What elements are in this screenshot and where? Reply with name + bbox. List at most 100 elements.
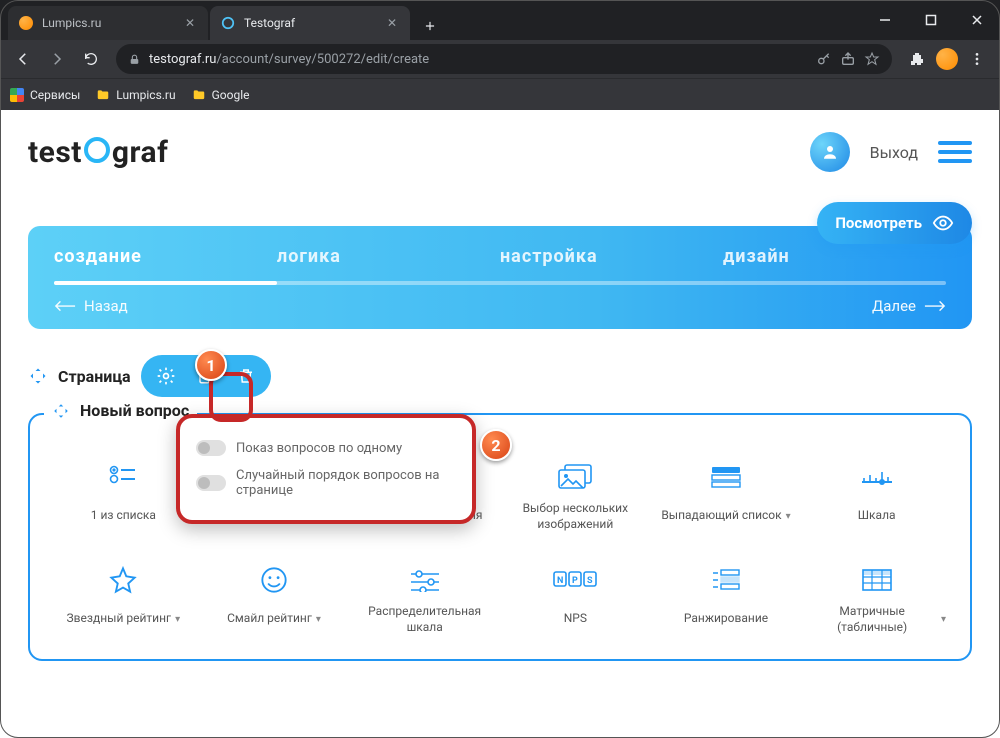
star-icon (109, 566, 137, 594)
menu-button[interactable] (962, 44, 992, 74)
toggle-switch[interactable] (196, 440, 226, 456)
step-logic[interactable]: логика (277, 246, 500, 267)
table-icon (862, 566, 892, 594)
chevron-down-icon: ▾ (175, 613, 180, 626)
step-design[interactable]: дизайн (723, 246, 946, 267)
qtype-ranking[interactable]: Ранжирование (653, 552, 800, 649)
preview-button[interactable]: Посмотреть (817, 202, 972, 244)
toggle-row-randomize[interactable]: Случайный порядок вопросов на странице (196, 462, 452, 504)
qtype-image-multi[interactable]: Выбор нескольких изображений (502, 449, 649, 546)
toggle-row-single-question[interactable]: Показ вопросов по одному (196, 434, 452, 462)
star-icon[interactable] (864, 51, 880, 67)
address-bar[interactable]: testograf.ru/account/survey/500272/edit/… (116, 44, 892, 74)
sliders-icon (409, 566, 441, 594)
scale-icon (860, 463, 894, 491)
folder-icon (192, 88, 206, 102)
chevron-down-icon: ▾ (941, 613, 946, 626)
ranking-icon (711, 566, 741, 594)
key-icon[interactable] (816, 51, 832, 67)
gear-icon (156, 366, 176, 386)
drag-handle-icon[interactable] (28, 366, 48, 386)
svg-text:S: S (587, 576, 593, 586)
tab-title: Lumpics.ru (42, 16, 174, 30)
eye-icon (932, 212, 954, 234)
panel-title: Новый вопрос (80, 401, 189, 420)
nav-next[interactable]: Далее (872, 297, 946, 315)
chevron-down-icon: ▾ (316, 613, 321, 626)
folder-icon (96, 88, 110, 102)
arrow-left-icon (54, 300, 76, 312)
dropdown-icon (711, 463, 741, 491)
qtype-single-choice[interactable]: 1 из списка (50, 449, 197, 546)
bookmarks-bar: Сервисы Lumpics.ru Google (0, 78, 1000, 110)
forward-button[interactable] (42, 44, 72, 74)
copy-icon (197, 367, 215, 385)
logo-o-icon (84, 137, 110, 163)
nps-icon: NPS (553, 566, 597, 594)
qtype-matrix[interactable]: Матричные (табличные)▾ (803, 552, 950, 649)
header-actions: Выход (810, 132, 972, 172)
address-actions (816, 51, 880, 67)
profile-avatar[interactable] (936, 48, 958, 70)
apps-icon (10, 88, 24, 102)
tab-title: Testograf (244, 16, 376, 30)
browser-tab[interactable]: Lumpics.ru ✕ (8, 6, 208, 40)
radio-list-icon (109, 463, 137, 491)
reload-button[interactable] (76, 44, 106, 74)
page-header: testgraf Выход (28, 132, 972, 172)
browser-titlebar: Lumpics.ru ✕ Testograf ✕ (0, 0, 1000, 40)
share-icon[interactable] (840, 51, 856, 67)
back-button[interactable] (8, 44, 38, 74)
browser-tab-active[interactable]: Testograf ✕ (210, 6, 410, 40)
page-settings-dropdown: Показ вопросов по одному Случайный поряд… (176, 414, 476, 524)
chevron-down-icon: ▾ (786, 510, 791, 523)
close-icon[interactable]: ✕ (182, 15, 198, 31)
qtype-star-rating[interactable]: Звездный рейтинг▾ (50, 552, 197, 649)
page-settings-button[interactable] (151, 361, 181, 391)
progress-track (54, 281, 946, 285)
bookmark-folder[interactable]: Lumpics.ru (96, 88, 175, 102)
close-icon[interactable]: ✕ (384, 15, 400, 31)
new-tab-button[interactable] (416, 12, 444, 40)
minimize-button[interactable] (862, 0, 908, 40)
smile-icon (260, 566, 288, 594)
favicon-icon (220, 15, 236, 31)
images-icon (558, 463, 592, 491)
page-delete-button[interactable] (231, 361, 261, 391)
browser-chrome: Lumpics.ru ✕ Testograf ✕ (0, 0, 1000, 110)
maximize-button[interactable] (908, 0, 954, 40)
window-close-button[interactable] (954, 0, 1000, 40)
lock-icon (128, 53, 141, 66)
menu-icon[interactable] (938, 141, 972, 163)
extensions-button[interactable] (902, 44, 932, 74)
arrow-right-icon (924, 300, 946, 312)
url-host: testograf.ru/account/survey/500272/edit/… (149, 52, 429, 67)
qtype-slider[interactable]: Распределительная шкала (351, 552, 498, 649)
step-settings[interactable]: настройка (500, 246, 723, 267)
svg-text:P: P (572, 576, 578, 586)
toggle-switch[interactable] (196, 475, 226, 491)
page-action-pill (141, 355, 271, 397)
user-avatar[interactable] (810, 132, 850, 172)
logo[interactable]: testgraf (28, 135, 168, 170)
page-section-header: Страница (28, 355, 972, 397)
page-copy-button[interactable] (191, 361, 221, 391)
window-controls (862, 0, 1000, 40)
logout-link[interactable]: Выход (870, 143, 918, 162)
section-label: Страница (58, 367, 131, 386)
page-content: testgraf Выход Посмотреть создание логик… (0, 110, 1000, 738)
qtype-scale[interactable]: Шкала (803, 449, 950, 546)
new-question-panel: Новый вопрос 1 из списка Несколько из сп… (28, 413, 972, 661)
qtype-dropdown[interactable]: Выпадающий список▾ (653, 449, 800, 546)
nav-back[interactable]: Назад (54, 297, 128, 315)
bookmark-folder[interactable]: Google (192, 88, 250, 102)
drag-handle-icon[interactable] (52, 402, 70, 420)
favicon-icon (18, 15, 34, 31)
step-create[interactable]: создание (54, 246, 277, 267)
tabs-strip: Lumpics.ru ✕ Testograf ✕ (0, 0, 862, 40)
apps-shortcut[interactable]: Сервисы (10, 88, 80, 102)
qtype-smile-rating[interactable]: Смайл рейтинг▾ (201, 552, 348, 649)
trash-icon (237, 367, 255, 385)
qtype-nps[interactable]: NPS NPS (502, 552, 649, 649)
browser-toolbar: testograf.ru/account/survey/500272/edit/… (0, 40, 1000, 78)
